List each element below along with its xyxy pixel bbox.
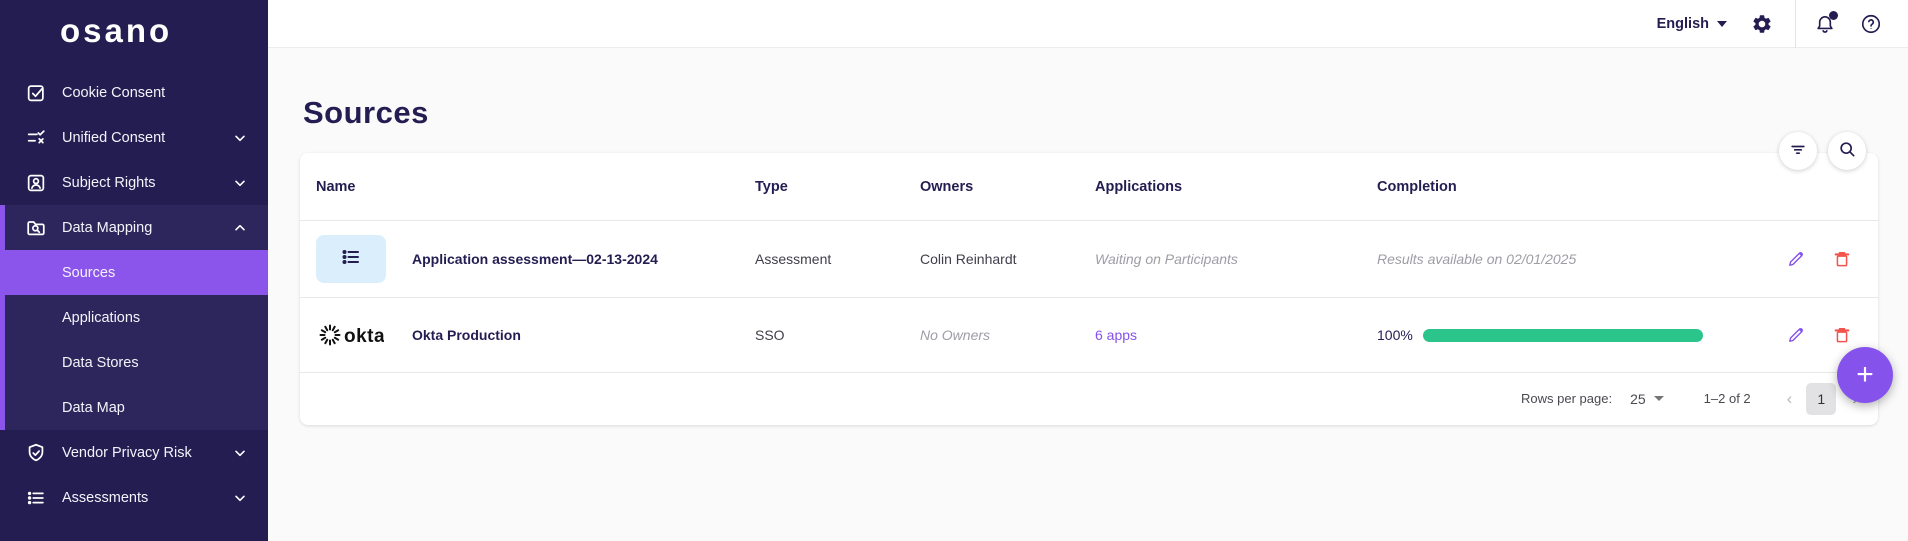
- chevron-down-icon: [1717, 21, 1727, 27]
- consent-list-icon: [24, 126, 48, 150]
- checkbox-check-icon: [24, 81, 48, 105]
- column-header-type: Type: [755, 179, 920, 195]
- rows-per-page-label: Rows per page:: [1521, 391, 1612, 406]
- osano-logo: osano: [0, 0, 268, 50]
- sidebar-item-label: Sources: [62, 265, 115, 281]
- sidebar-item-data-mapping[interactable]: Data Mapping: [0, 205, 268, 250]
- sidebar-item-data-stores[interactable]: Data Stores: [0, 340, 268, 385]
- column-header-applications: Applications: [1095, 179, 1377, 195]
- page-title: Sources: [303, 95, 429, 131]
- column-header-completion: Completion: [1377, 179, 1760, 195]
- sidebar-item-applications[interactable]: Applications: [0, 295, 268, 340]
- source-applications-status: Waiting on Participants: [1095, 251, 1377, 267]
- sidebar-item-sources[interactable]: Sources: [0, 250, 268, 295]
- source-name[interactable]: Application assessment—02-13-2024: [412, 251, 658, 267]
- bell-icon[interactable]: [1814, 13, 1836, 35]
- sidebar-group-data-mapping: Data Mapping Sources Applications Data S…: [0, 205, 268, 430]
- top-bar: English: [268, 0, 1908, 48]
- sidebar-nav: Cookie Consent Unified Consent: [0, 70, 268, 520]
- sidebar-item-label: Unified Consent: [62, 130, 165, 146]
- okta-logo: okta: [316, 322, 386, 348]
- sidebar: osano Cookie Consent Unified Consent: [0, 0, 268, 541]
- topbar-divider: [1795, 0, 1796, 48]
- chevron-down-icon: [232, 445, 248, 461]
- sidebar-item-data-map[interactable]: Data Map: [0, 385, 268, 430]
- source-type: SSO: [755, 327, 920, 343]
- sidebar-item-vendor-privacy-risk[interactable]: Vendor Privacy Risk: [0, 430, 268, 475]
- person-card-icon: [24, 171, 48, 195]
- sidebar-item-label: Data Map: [62, 400, 125, 416]
- chevron-down-icon: [232, 490, 248, 506]
- source-completion-status: Results available on 02/01/2025: [1377, 251, 1760, 267]
- source-type: Assessment: [755, 251, 920, 267]
- delete-trash-icon[interactable]: [1832, 249, 1852, 269]
- table-pagination: Rows per page: 25 1–2 of 2 ‹ 1 ›: [300, 373, 1878, 424]
- folder-search-icon: [24, 216, 48, 240]
- assessment-tile: [316, 235, 386, 283]
- filter-button[interactable]: [1779, 132, 1817, 170]
- delete-trash-icon[interactable]: [1832, 325, 1852, 345]
- edit-pencil-icon[interactable]: [1786, 249, 1806, 269]
- sidebar-item-unified-consent[interactable]: Unified Consent: [0, 115, 268, 160]
- table-header-row: Name Type Owners Applications Completion: [300, 153, 1878, 221]
- search-button[interactable]: [1828, 132, 1866, 170]
- svg-text:okta: okta: [344, 326, 384, 347]
- previous-page-button[interactable]: ‹: [1787, 389, 1793, 409]
- page-number-button[interactable]: 1: [1806, 383, 1836, 415]
- help-icon[interactable]: [1860, 13, 1882, 35]
- filter-icon: [1788, 139, 1808, 164]
- gear-icon[interactable]: [1751, 13, 1773, 35]
- table-row[interactable]: okta Okta Production SSO No Owners 6 app…: [300, 298, 1878, 373]
- search-icon: [1837, 139, 1857, 164]
- sidebar-item-assessments[interactable]: Assessments: [0, 475, 268, 520]
- sidebar-item-label: Data Stores: [62, 355, 139, 371]
- add-source-button[interactable]: +: [1837, 347, 1893, 403]
- chevron-down-icon: [232, 175, 248, 191]
- source-owners: No Owners: [920, 327, 1095, 343]
- sources-table-card: Name Type Owners Applications Completion…: [300, 153, 1878, 425]
- chevron-down-icon: [1654, 396, 1664, 401]
- completion-progress-bar: [1423, 329, 1703, 342]
- completion-percent: 100%: [1377, 327, 1413, 343]
- sidebar-item-label: Applications: [62, 310, 140, 326]
- shield-check-icon: [24, 441, 48, 465]
- sidebar-item-subject-rights[interactable]: Subject Rights: [0, 160, 268, 205]
- assessment-list-icon: [339, 245, 363, 274]
- sidebar-item-cookie-consent[interactable]: Cookie Consent: [0, 70, 268, 115]
- rows-per-page-value: 25: [1630, 391, 1646, 407]
- edit-pencil-icon[interactable]: [1786, 325, 1806, 345]
- pagination-range: 1–2 of 2: [1704, 391, 1751, 406]
- chevron-up-icon: [232, 220, 248, 236]
- rows-per-page-select[interactable]: 25: [1630, 391, 1664, 407]
- language-selector[interactable]: English: [1657, 16, 1727, 32]
- language-label: English: [1657, 16, 1709, 32]
- column-header-owners: Owners: [920, 179, 1095, 195]
- sidebar-item-label: Subject Rights: [62, 175, 156, 191]
- apps-link[interactable]: 6 apps: [1095, 327, 1377, 343]
- column-header-name: Name: [316, 179, 755, 195]
- sidebar-item-label: Data Mapping: [62, 220, 152, 236]
- source-name[interactable]: Okta Production: [412, 327, 521, 343]
- notification-dot: [1829, 11, 1838, 20]
- chevron-down-icon: [232, 130, 248, 146]
- sidebar-item-label: Assessments: [62, 490, 148, 506]
- sidebar-item-label: Cookie Consent: [62, 85, 165, 101]
- sidebar-item-label: Vendor Privacy Risk: [62, 445, 192, 461]
- table-row[interactable]: Application assessment—02-13-2024 Assess…: [300, 221, 1878, 298]
- source-owners: Colin Reinhardt: [920, 251, 1095, 267]
- list-icon: [24, 486, 48, 510]
